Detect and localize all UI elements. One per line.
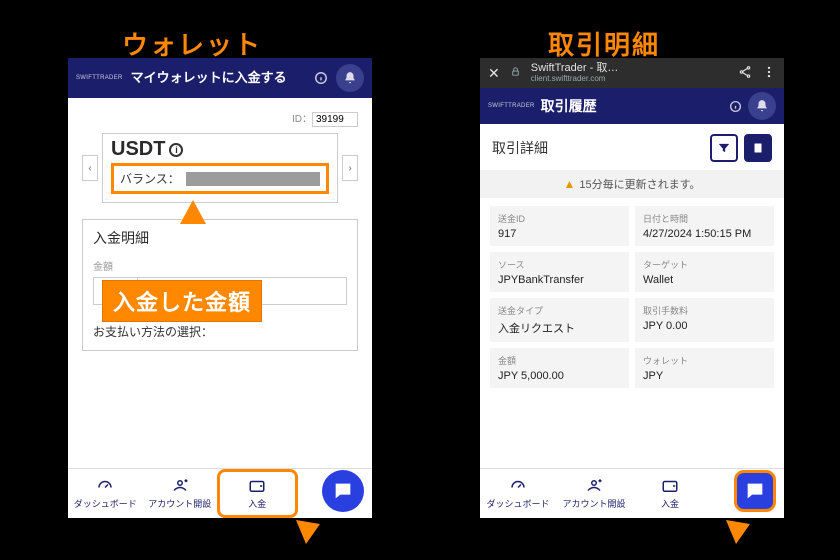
arrow-up-icon xyxy=(176,200,210,280)
gauge-icon xyxy=(96,477,114,495)
wallet-icon xyxy=(248,477,266,495)
bell-icon[interactable] xyxy=(748,92,776,120)
wallet-card: USDT i バランス： xyxy=(102,133,338,203)
chat-fab[interactable] xyxy=(734,470,776,512)
balance-highlight: バランス： xyxy=(111,163,329,194)
payment-method-label: お支払い方法の選択： xyxy=(93,323,347,340)
details-header: 取引詳細 xyxy=(480,124,784,170)
close-icon[interactable]: ✕ xyxy=(488,65,500,82)
annotation-deposit-amount: 入金した金額 xyxy=(102,280,262,322)
app-header: SWIFTTRADER マイウォレットに入金する xyxy=(68,58,372,98)
detail-grid: 送金ID917 日付と時間4/27/2024 1:50:15 PM ソースJPY… xyxy=(480,198,784,396)
info-icon[interactable]: i xyxy=(169,143,183,157)
nav-deposit[interactable]: 入金 xyxy=(632,469,708,518)
wallet-icon xyxy=(661,477,679,495)
balance-label: バランス： xyxy=(120,170,180,187)
nav-dashboard[interactable]: ダッシュボード xyxy=(480,469,556,518)
arrow-up-left-icon xyxy=(296,520,346,560)
field-datetime: 日付と時間4/27/2024 1:50:15 PM xyxy=(635,206,774,246)
field-source: ソースJPYBankTransfer xyxy=(490,252,629,292)
chevron-right-icon[interactable]: › xyxy=(342,155,358,181)
caption-transactions: 取引明細 xyxy=(548,25,660,62)
app-header: SWIFTTRADER 取引履歴 xyxy=(480,88,784,124)
browser-title: SwiftTrader - 取… client.swifttrader.com xyxy=(531,63,728,83)
share-icon[interactable] xyxy=(738,65,752,82)
nav-deposit[interactable]: 入金 xyxy=(217,469,298,518)
field-target: ターゲットWallet xyxy=(635,252,774,292)
nav-account[interactable]: アカウント開設 xyxy=(556,469,632,518)
info-icon[interactable] xyxy=(314,71,328,85)
field-amount: 金額JPY 5,000.00 xyxy=(490,348,629,388)
wallet-section: ID： ‹ USDT i バランス： › xyxy=(68,98,372,211)
wallet-id: ID： xyxy=(292,110,358,127)
refresh-note: ▲ 15分毎に更新されます。 xyxy=(480,170,784,198)
nav-account[interactable]: アカウント開設 xyxy=(143,469,218,518)
section-title: 入金明細 xyxy=(93,228,347,248)
bell-icon[interactable] xyxy=(336,64,364,92)
chat-fab[interactable] xyxy=(322,470,364,512)
info-icon[interactable] xyxy=(729,100,742,113)
warning-icon: ▲ xyxy=(563,177,575,191)
account-plus-icon xyxy=(585,477,603,495)
browser-bar: ✕ SwiftTrader - 取… client.swifttrader.co… xyxy=(480,58,784,88)
account-plus-icon xyxy=(171,477,189,495)
arrow-up-left-icon xyxy=(726,520,776,560)
phone-transactions: ✕ SwiftTrader - 取… client.swifttrader.co… xyxy=(480,58,784,518)
gauge-icon xyxy=(509,477,527,495)
field-wallet: ウォレットJPY xyxy=(635,348,774,388)
lock-icon xyxy=(510,66,521,80)
field-fee: 取引手数料JPY 0.00 xyxy=(635,298,774,342)
page-title: マイウォレットに入金する xyxy=(131,71,306,85)
amount-label: 金額 xyxy=(93,258,347,273)
kebab-icon[interactable] xyxy=(762,65,776,82)
wallet-currency: USDT i xyxy=(111,138,329,161)
export-button[interactable] xyxy=(744,134,772,162)
wallet-id-value xyxy=(312,112,358,127)
page-title: 取引履歴 xyxy=(541,96,723,116)
nav-dashboard[interactable]: ダッシュボード xyxy=(68,469,143,518)
balance-redacted xyxy=(186,172,320,186)
brand-logo: SWIFTTRADER xyxy=(488,103,535,109)
field-type: 送金タイプ入金リクエスト xyxy=(490,298,629,342)
field-transfer-id: 送金ID917 xyxy=(490,206,629,246)
chevron-left-icon[interactable]: ‹ xyxy=(82,155,98,181)
filter-button[interactable] xyxy=(710,134,738,162)
brand-logo: SWIFTTRADER xyxy=(76,75,123,81)
caption-wallet: ウォレット xyxy=(122,25,262,62)
